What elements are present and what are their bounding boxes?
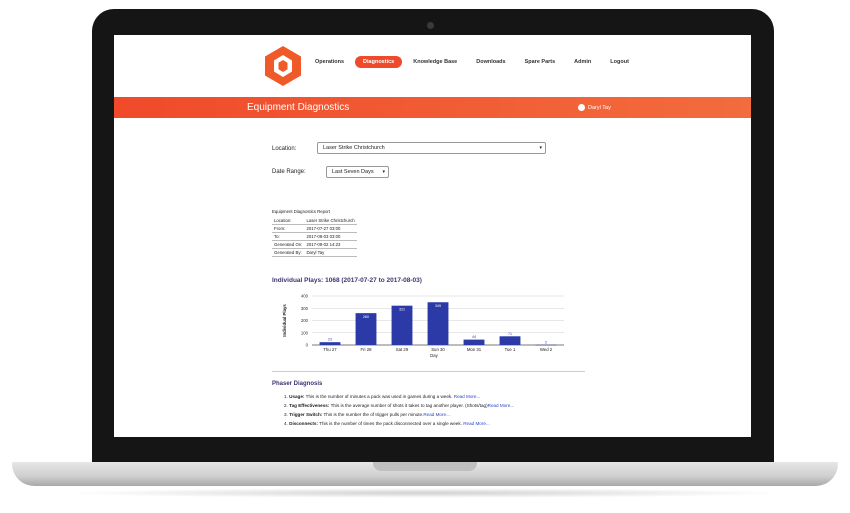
item-number: 3.	[284, 412, 288, 417]
bar-value-label: 71	[508, 332, 512, 336]
x-tick-label: Thu 27	[323, 347, 337, 352]
read-more-link[interactable]: Read More...	[423, 412, 450, 417]
y-tick-label: 200	[301, 318, 309, 323]
x-tick-label: Sun 30	[431, 347, 445, 352]
laptop-shadow	[60, 488, 790, 498]
item-term: Tag Effectiveness:	[289, 403, 330, 408]
bar	[463, 339, 485, 345]
report-key: Location:	[272, 217, 305, 225]
y-tick-label: 400	[301, 294, 309, 299]
item-term: Usage:	[289, 394, 305, 399]
report-value: Daryl Tay	[304, 248, 357, 257]
nav-diagnostics[interactable]: Diagnostics	[355, 56, 403, 68]
report-value: 2017-07-27 03:00	[304, 224, 357, 233]
bar-value-label: 44	[472, 335, 476, 339]
item-text: This is the number the of trigger pulls …	[322, 412, 424, 417]
y-tick-label: 100	[301, 330, 309, 335]
top-nav: Operations Diagnostics Knowledge Base Do…	[114, 35, 751, 97]
item-text: This is the average number of shots it t…	[329, 403, 488, 408]
dropdown-arrow-icon: ▾	[382, 169, 385, 175]
table-row: Location: Laser Strike Christchurch	[272, 217, 357, 225]
bar	[319, 342, 341, 345]
x-tick-label: Tue 1	[505, 347, 516, 352]
section-divider	[272, 371, 585, 372]
list-item: 3. Trigger Switch: This is the number th…	[284, 412, 514, 421]
item-number: 2.	[284, 403, 288, 408]
bar-value-label: 260	[363, 315, 369, 319]
item-text: This is the number of minutes a pack was…	[304, 394, 454, 399]
item-number: 4.	[284, 421, 288, 426]
report-key: Generated On:	[272, 240, 305, 249]
report-key: To:	[272, 232, 305, 241]
report-key: Generated By:	[272, 248, 305, 257]
nav-operations[interactable]: Operations	[307, 56, 352, 68]
item-text: This is the number of times the pack dis…	[317, 421, 464, 426]
report-value: Laser Strike Christchurch	[304, 217, 357, 225]
laptop-notch	[373, 462, 477, 471]
y-tick-label: 300	[301, 306, 309, 311]
nav-downloads[interactable]: Downloads	[468, 56, 513, 68]
bar-value-label: 23	[328, 338, 332, 342]
y-axis-title: Individual Plays	[282, 304, 287, 337]
phaser-diagnosis-heading: Phaser Diagnosis	[272, 381, 323, 387]
nav-spare-parts[interactable]: Spare Parts	[517, 56, 564, 68]
camera-icon	[427, 22, 434, 29]
item-term: Disconnects:	[289, 421, 318, 426]
hexagon-logo-icon[interactable]	[261, 44, 305, 88]
table-row: To: 2017-08-03 03:00	[272, 232, 357, 241]
nav-admin[interactable]: Admin	[566, 56, 599, 68]
date-range-select[interactable]: Last Seven Days ▾	[326, 166, 389, 178]
bar	[499, 336, 521, 345]
y-tick-label: 0	[306, 343, 309, 348]
location-label: Location:	[272, 146, 297, 152]
date-range-label: Date Range:	[272, 169, 306, 175]
read-more-link[interactable]: Read More...	[463, 421, 490, 426]
table-row: Generated By: Daryl Tay	[272, 248, 357, 257]
bar	[427, 302, 449, 345]
report-title: Equipment Diagnostics Report	[272, 209, 331, 214]
item-number: 1.	[284, 394, 288, 399]
bar-value-label: 349	[435, 304, 441, 308]
report-key: From:	[272, 224, 305, 233]
bar	[535, 344, 557, 346]
nav-logout[interactable]: Logout	[602, 56, 637, 68]
read-more-link[interactable]: Read More...	[488, 403, 515, 408]
x-tick-label: Wed 2	[540, 347, 553, 352]
plays-heading: Individual Plays: 1068 (2017-07-27 to 20…	[272, 277, 422, 284]
location-select[interactable]: Laser Strike Christchurch ▾	[317, 142, 546, 154]
browser-screen: Operations Diagnostics Knowledge Base Do…	[114, 35, 751, 437]
read-more-link[interactable]: Read More...	[454, 394, 481, 399]
date-range-select-value: Last Seven Days	[332, 169, 374, 175]
individual-plays-chart: 0 100 200 300 400 23 Thu 27 260 Fri 28 321 Sat 29 3…	[282, 294, 564, 358]
nav-menu: Operations Diagnostics Knowledge Base Do…	[307, 56, 640, 68]
item-term: Trigger Switch:	[289, 412, 323, 417]
diagnosis-list: 1. Usage: This is the number of minutes …	[284, 394, 514, 430]
user-menu[interactable]: Daryl Tay	[578, 104, 611, 111]
x-tick-label: Fri 28	[361, 347, 373, 352]
report-value: 2017-08-02 14:23	[304, 240, 357, 249]
list-item: 2. Tag Effectiveness: This is the averag…	[284, 403, 514, 412]
x-tick-label: Sat 29	[396, 347, 409, 352]
list-item: 1. Usage: This is the number of minutes …	[284, 394, 514, 403]
user-icon	[578, 104, 585, 111]
dropdown-arrow-icon: ▾	[539, 145, 542, 151]
table-row: From: 2017-07-27 03:00	[272, 224, 357, 233]
page-title: Equipment Diagnostics	[247, 102, 350, 113]
user-name: Daryl Tay	[588, 104, 611, 111]
bar-value-label: 321	[399, 308, 405, 312]
page-banner: Equipment Diagnostics Daryl Tay	[114, 97, 751, 118]
location-select-value: Laser Strike Christchurch	[323, 145, 385, 151]
bar-value-label: 2	[545, 340, 547, 344]
x-tick-label: Mon 31	[467, 347, 482, 352]
list-item: 4. Disconnects: This is the number of ti…	[284, 421, 514, 430]
nav-knowledge-base[interactable]: Knowledge Base	[405, 56, 465, 68]
x-axis-title: Day	[430, 353, 438, 358]
table-row: Generated On: 2017-08-02 14:23	[272, 240, 357, 249]
report-value: 2017-08-03 03:00	[304, 232, 357, 241]
report-table: Location: Laser Strike Christchurch From:…	[272, 217, 357, 257]
